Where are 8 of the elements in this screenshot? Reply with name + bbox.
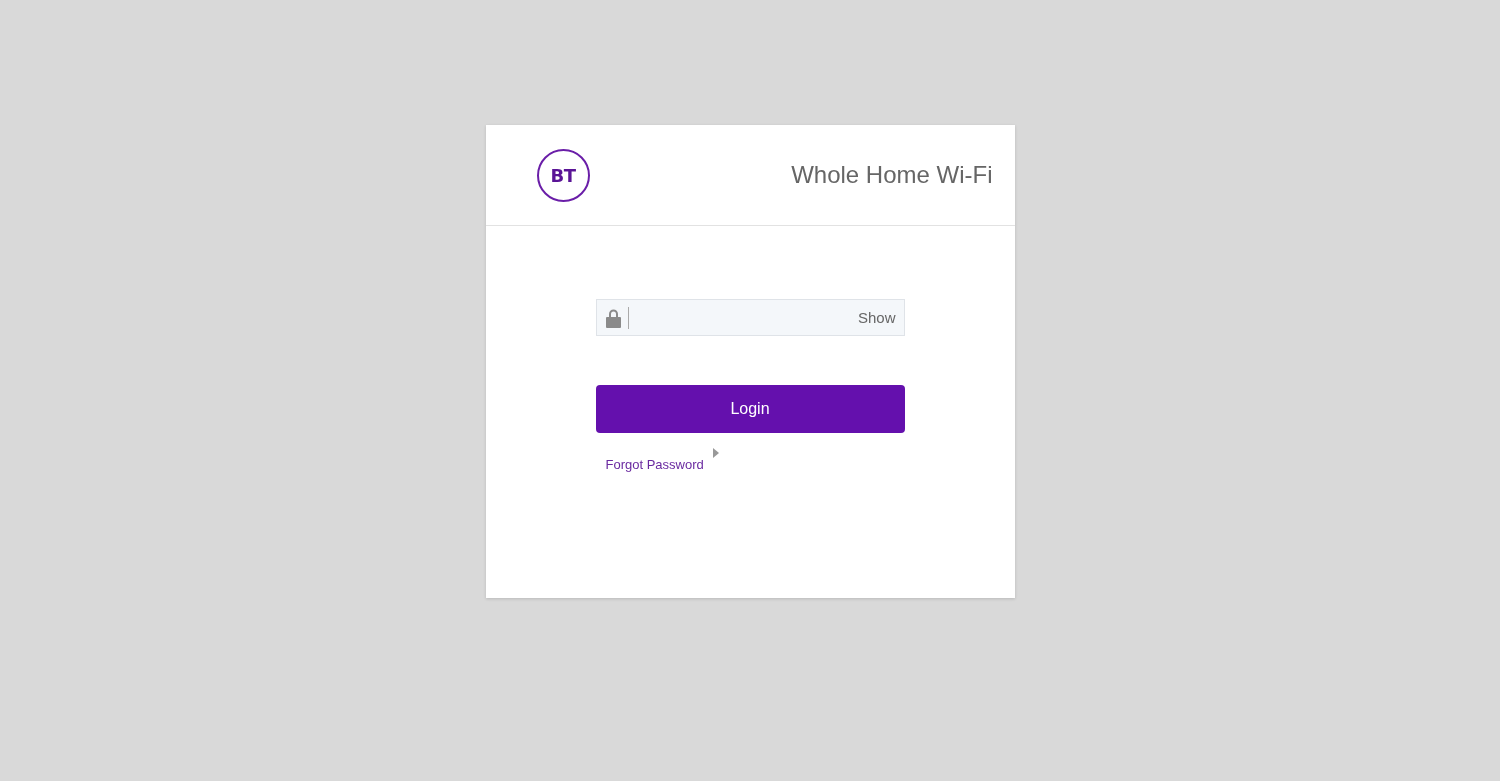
logo: BT xyxy=(536,148,590,202)
show-password-toggle[interactable]: Show xyxy=(857,309,896,326)
password-field[interactable]: Show xyxy=(595,299,905,336)
login-button[interactable]: Login xyxy=(595,385,905,433)
lock-icon xyxy=(604,307,622,328)
app-title: Whole Home Wi-Fi xyxy=(791,161,993,189)
forgot-password-link[interactable]: Forgot Password xyxy=(605,457,704,472)
caret-icon xyxy=(712,447,719,458)
